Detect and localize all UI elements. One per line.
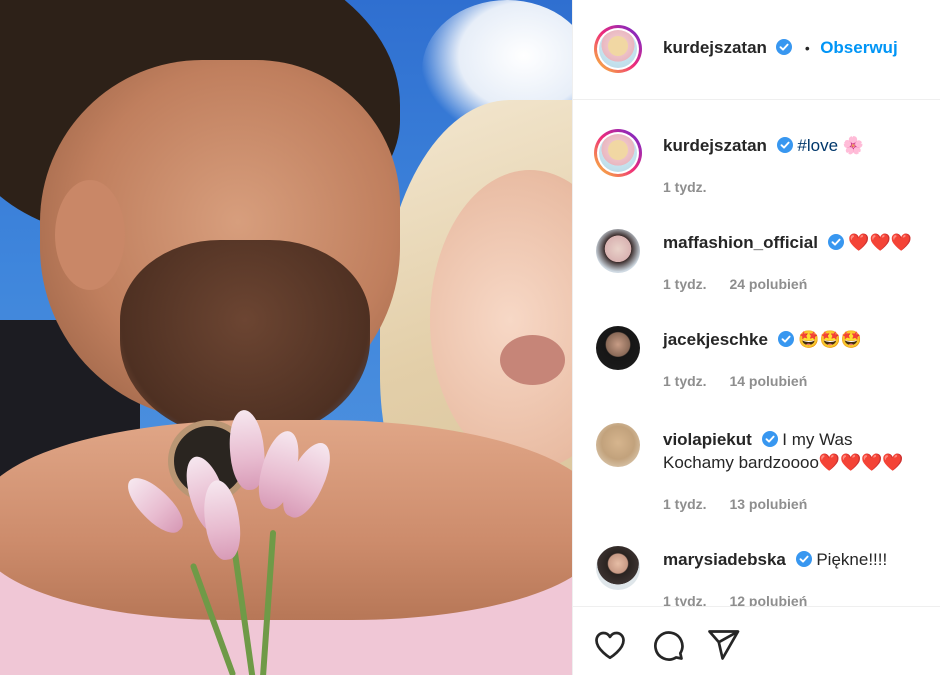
verified-badge-icon: [761, 431, 778, 447]
photo-lips: [500, 335, 565, 385]
comment-username[interactable]: marysiadebska: [663, 550, 786, 569]
avatar-image: [599, 30, 637, 68]
avatar-border: [597, 28, 639, 70]
post-side-panel: kurdejszatan • Obserwuj kurdejszatan #lo…: [572, 0, 940, 675]
comment: maffashion_official ❤️❤️❤️: [663, 232, 940, 254]
comment-likes[interactable]: 24 polubień: [729, 276, 807, 292]
comment-username[interactable]: violapiekut: [663, 430, 752, 449]
comment-time[interactable]: 1 tydz.: [663, 593, 707, 606]
comment-meta: 1 tydz. 24 polubień: [663, 276, 826, 292]
comment-username[interactable]: maffashion_official: [663, 233, 818, 252]
comment-text: I my Was: [782, 430, 853, 449]
avatar-image: [599, 134, 637, 172]
comment-likes[interactable]: 13 polubień: [729, 496, 807, 512]
caption-meta: 1 tydz.: [663, 179, 726, 195]
comment: jacekjeschke 🤩🤩🤩: [663, 329, 940, 351]
post-photo[interactable]: [0, 0, 572, 675]
verified-badge-icon: [827, 234, 844, 250]
hashtag-link[interactable]: #love: [797, 136, 838, 155]
avatar-border: [597, 132, 639, 174]
comment-icon[interactable]: [650, 627, 686, 663]
comment-text: 🤩🤩🤩: [798, 330, 862, 349]
comment-likes[interactable]: 14 polubień: [729, 373, 807, 389]
caption-avatar[interactable]: [594, 129, 642, 177]
comment-username[interactable]: jacekjeschke: [663, 330, 768, 349]
comment-avatar[interactable]: [596, 326, 640, 370]
comment-time[interactable]: 1 tydz.: [663, 276, 707, 292]
verified-badge-icon: [795, 551, 812, 567]
comment-meta: 1 tydz. 13 polubień: [663, 496, 826, 512]
verified-badge-icon: [777, 331, 794, 347]
comment-meta: 1 tydz. 12 polubień: [663, 593, 826, 606]
comment-avatar[interactable]: [596, 229, 640, 273]
photo-ear: [55, 180, 125, 290]
comment: violapiekut I my Was: [663, 429, 940, 451]
comment-avatar[interactable]: [596, 423, 640, 467]
caption-username[interactable]: kurdejszatan: [663, 136, 767, 155]
header-title-row: kurdejszatan • Obserwuj: [663, 38, 898, 58]
post-header: kurdejszatan • Obserwuj: [573, 0, 940, 100]
caption-emoji: 🌸: [842, 136, 864, 155]
comment-avatar[interactable]: [596, 546, 640, 590]
comment-text: Piękne!!!!: [816, 550, 888, 569]
comment: marysiadebska Piękne!!!!: [663, 549, 940, 571]
comment-time[interactable]: 1 tydz.: [663, 496, 707, 512]
heart-icon[interactable]: [592, 627, 628, 663]
comment-text: ❤️❤️❤️: [848, 233, 912, 252]
post-actions-bar: [573, 606, 940, 676]
caption-time[interactable]: 1 tydz.: [663, 179, 707, 195]
comment-likes[interactable]: 12 polubień: [729, 593, 807, 606]
verified-badge-icon: [776, 39, 793, 55]
separator-dot: •: [804, 40, 810, 56]
caption: kurdejszatan #love 🌸: [663, 135, 940, 157]
author-username[interactable]: kurdejszatan: [663, 38, 767, 57]
share-icon[interactable]: [705, 627, 741, 663]
comment-meta: 1 tydz. 14 polubień: [663, 373, 826, 389]
comment-time[interactable]: 1 tydz.: [663, 373, 707, 389]
verified-badge-icon: [776, 137, 793, 153]
follow-button[interactable]: Obserwuj: [820, 38, 897, 57]
comment-text-line2: Kochamy bardzoooo❤️❤️❤️❤️: [663, 453, 904, 472]
author-avatar[interactable]: [594, 25, 642, 73]
comments-list[interactable]: kurdejszatan #love 🌸 1 tydz. maffashion_…: [573, 100, 940, 606]
